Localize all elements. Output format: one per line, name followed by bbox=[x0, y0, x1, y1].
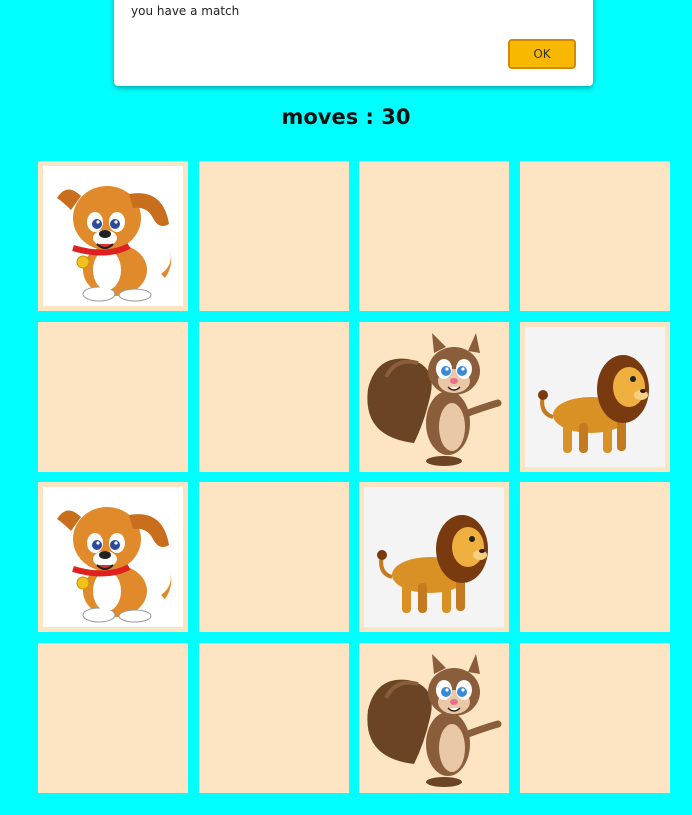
moves-counter: moves : 30 bbox=[281, 105, 411, 129]
card-face-down[interactable] bbox=[520, 643, 670, 793]
card-face-down[interactable] bbox=[199, 643, 349, 793]
lion-icon bbox=[538, 355, 649, 453]
squirrel-picture bbox=[364, 648, 504, 788]
squirrel-icon bbox=[367, 654, 502, 787]
alert-message: you have a match bbox=[131, 4, 240, 18]
card-face-down[interactable] bbox=[520, 161, 670, 311]
card-face-down[interactable] bbox=[199, 161, 349, 311]
card-face-down[interactable] bbox=[199, 322, 349, 472]
card-squirrel[interactable] bbox=[359, 322, 509, 472]
ok-button[interactable]: OK bbox=[508, 39, 576, 69]
card-face-down[interactable] bbox=[359, 161, 509, 311]
card-dog[interactable] bbox=[38, 482, 188, 632]
lion-icon bbox=[377, 515, 488, 613]
card-lion[interactable] bbox=[520, 322, 670, 472]
dog-icon bbox=[57, 186, 172, 302]
game-board bbox=[38, 161, 670, 793]
dog-icon bbox=[57, 507, 172, 623]
card-face-down[interactable] bbox=[38, 322, 188, 472]
match-alert-dialog: you have a match OK bbox=[114, 0, 593, 86]
card-face-down[interactable] bbox=[199, 482, 349, 632]
card-face-down[interactable] bbox=[38, 643, 188, 793]
card-dog[interactable] bbox=[38, 161, 188, 311]
lion-picture bbox=[525, 327, 665, 467]
card-face-down[interactable] bbox=[520, 482, 670, 632]
lion-picture bbox=[364, 487, 504, 627]
dog-picture bbox=[43, 487, 183, 627]
card-lion[interactable] bbox=[359, 482, 509, 632]
squirrel-picture bbox=[364, 327, 504, 467]
dog-picture bbox=[43, 166, 183, 306]
squirrel-icon bbox=[367, 333, 502, 466]
card-squirrel[interactable] bbox=[359, 643, 509, 793]
